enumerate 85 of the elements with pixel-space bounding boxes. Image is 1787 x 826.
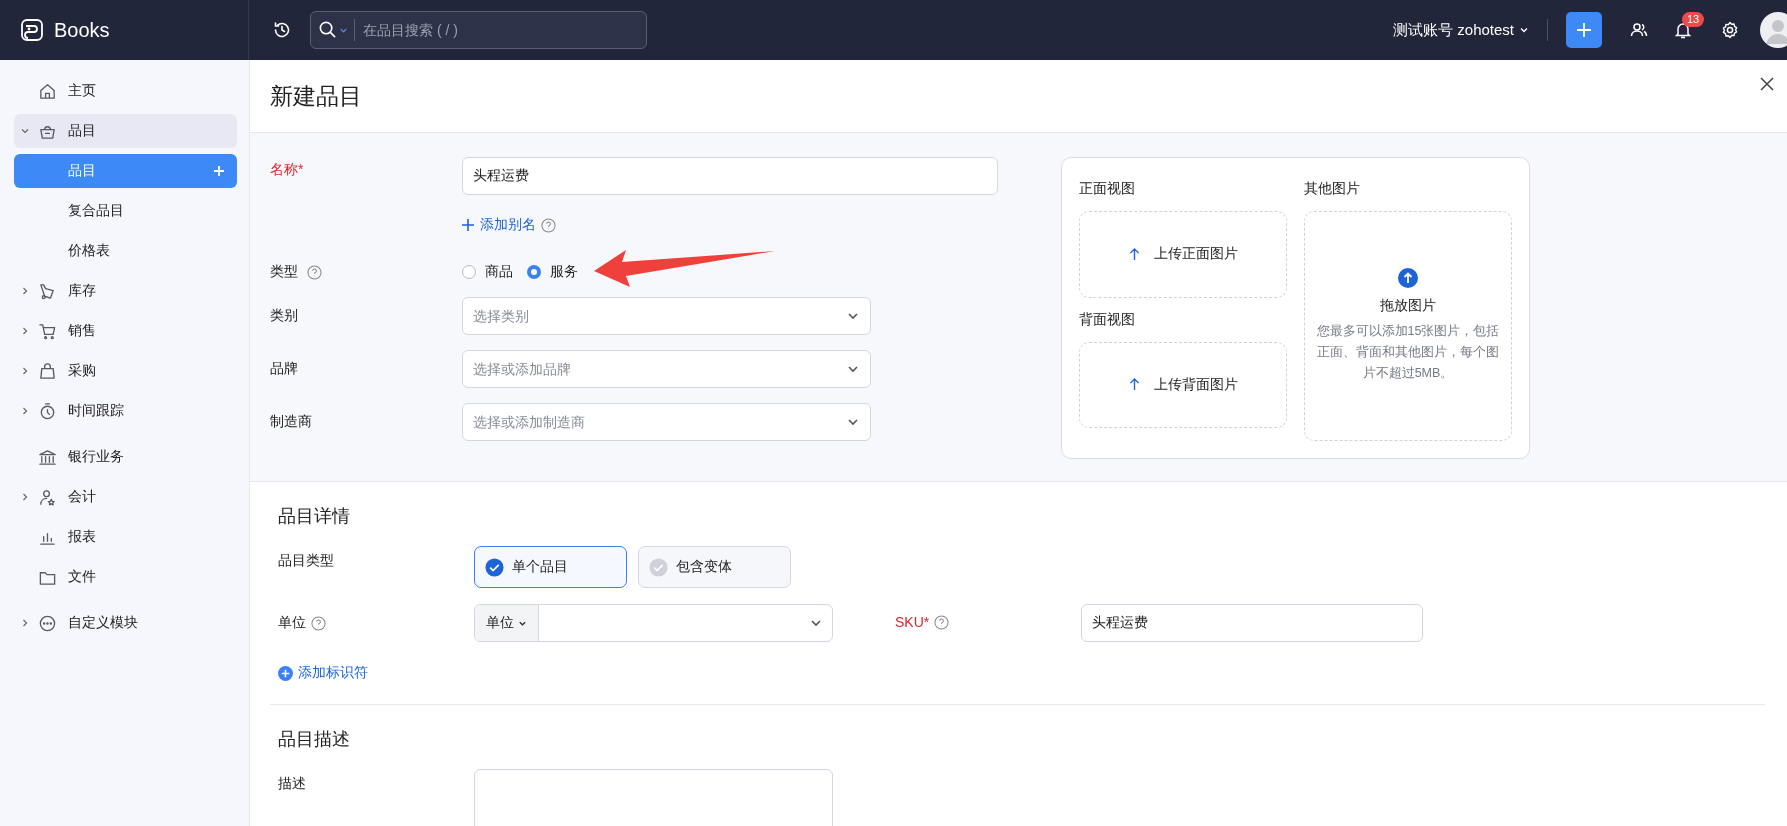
history-icon[interactable]: [272, 20, 292, 40]
image-section-title: 正面视图: [1079, 180, 1136, 198]
chevron-icon: [20, 492, 30, 502]
timer-icon: [38, 401, 57, 421]
chevron-icon: [20, 366, 30, 376]
cart-icon: [38, 321, 57, 341]
person-icon: [38, 487, 57, 507]
sidebar-subitem[interactable]: 复合品目: [14, 194, 237, 228]
plus-icon: [1574, 20, 1594, 40]
help-icon[interactable]: [307, 264, 322, 280]
arrow-up-icon: [1128, 378, 1140, 392]
add-alias-link[interactable]: 添加别名: [462, 216, 536, 234]
field-label: SKU*: [895, 614, 930, 630]
radio-option[interactable]: 服务: [527, 263, 578, 281]
account-menu[interactable]: 测试账号 zohotest: [1393, 20, 1529, 40]
help-icon[interactable]: [311, 615, 326, 631]
chevron-icon: [847, 416, 859, 428]
field-label: 品目类型: [278, 552, 334, 570]
app-name: Books: [54, 18, 110, 42]
caret-icon: [1519, 25, 1529, 35]
item-type-option[interactable]: 包含变体: [638, 546, 791, 588]
field-label: 描述: [278, 774, 306, 793]
sidebar-item[interactable]: 会计: [14, 480, 237, 514]
radio-option[interactable]: 商品: [462, 263, 513, 281]
search-field[interactable]: 在品目搜索 ( / ): [310, 11, 647, 49]
page-title: 新建品目: [270, 81, 362, 111]
dropdown-field[interactable]: 选择类别: [462, 297, 871, 335]
sidebar-item[interactable]: 主页: [14, 74, 237, 108]
drop-hint: 您最多可以添加15张图片，包括正面、背面和其他图片，每个图片不超过5MB。: [1315, 323, 1501, 382]
field-label: 品牌: [270, 360, 298, 378]
name-input[interactable]: 头程运费: [462, 157, 998, 195]
dropdown-field[interactable]: 选择或添加品牌: [462, 350, 871, 388]
chevron-icon: [847, 310, 859, 322]
caret-icon: [339, 26, 348, 35]
field-label: 单位: [278, 614, 306, 632]
arrow-up-icon: [1128, 247, 1140, 261]
books-logo-icon: [20, 18, 44, 42]
item-type-option[interactable]: 单个品目: [474, 546, 627, 588]
sidebar-item[interactable]: 采购: [14, 354, 237, 388]
sidebar-item[interactable]: 报表: [14, 520, 237, 554]
bank-icon: [38, 447, 57, 467]
chevron-icon: [847, 363, 859, 375]
sku-input[interactable]: 头程运费: [1081, 604, 1423, 642]
dots-icon: [38, 613, 57, 633]
upload-area[interactable]: 上传背面图片: [1079, 341, 1287, 428]
field-label: 类别: [270, 307, 298, 325]
sidebar-item[interactable]: 库存: [14, 274, 237, 308]
plus-icon[interactable]: [213, 165, 225, 177]
sidebar-subitem[interactable]: 价格表: [14, 234, 237, 268]
chevron-icon: [20, 406, 30, 416]
section-title: 品目描述: [278, 727, 351, 751]
drop-title: 拖放图片: [1380, 297, 1436, 315]
image-section-title: 背面视图: [1079, 310, 1136, 329]
avatar[interactable]: [1760, 12, 1787, 48]
field-label: 名称*: [270, 161, 304, 179]
help-icon[interactable]: [934, 614, 950, 630]
sidebar-item[interactable]: 销售: [14, 314, 237, 348]
close-icon[interactable]: [1759, 76, 1775, 92]
plus-icon: [462, 219, 474, 231]
notification-count: 13: [1682, 12, 1705, 27]
upload-area[interactable]: 上传正面图片: [1079, 211, 1287, 298]
settings-icon[interactable]: [1720, 20, 1740, 40]
sidebar-item[interactable]: 文件: [14, 560, 237, 594]
new-button[interactable]: [1566, 12, 1602, 48]
chevron-icon: [20, 126, 30, 136]
sidebar-item[interactable]: 自定义模块: [14, 606, 237, 640]
section-title: 品目详情: [278, 505, 351, 528]
image-section-title: 其他图片: [1304, 180, 1361, 198]
search-icon: [318, 20, 337, 39]
chevron-icon: [20, 618, 30, 628]
dropdown-field[interactable]: 选择或添加制造商: [462, 403, 871, 441]
chevron-icon: [20, 326, 30, 336]
drop-area[interactable]: 拖放图片 您最多可以添加15张图片，包括正面、背面和其他图片，每个图片不超过5MB。: [1304, 211, 1512, 441]
home-icon: [38, 81, 57, 101]
sidebar-item[interactable]: 银行业务: [14, 440, 237, 474]
field-label: 类型: [270, 263, 298, 281]
help-icon[interactable]: [541, 217, 556, 233]
sidebar-item[interactable]: 品目: [14, 114, 237, 148]
bag-icon: [38, 361, 57, 381]
add-identifier-link[interactable]: 添加标识符: [278, 664, 368, 682]
field-label: 制造商: [270, 413, 312, 431]
plus-circle-icon: [278, 665, 293, 681]
sidebar-item[interactable]: 时间跟踪: [14, 394, 237, 428]
upload-icon: [1398, 268, 1418, 288]
chevron-icon: [20, 286, 30, 296]
